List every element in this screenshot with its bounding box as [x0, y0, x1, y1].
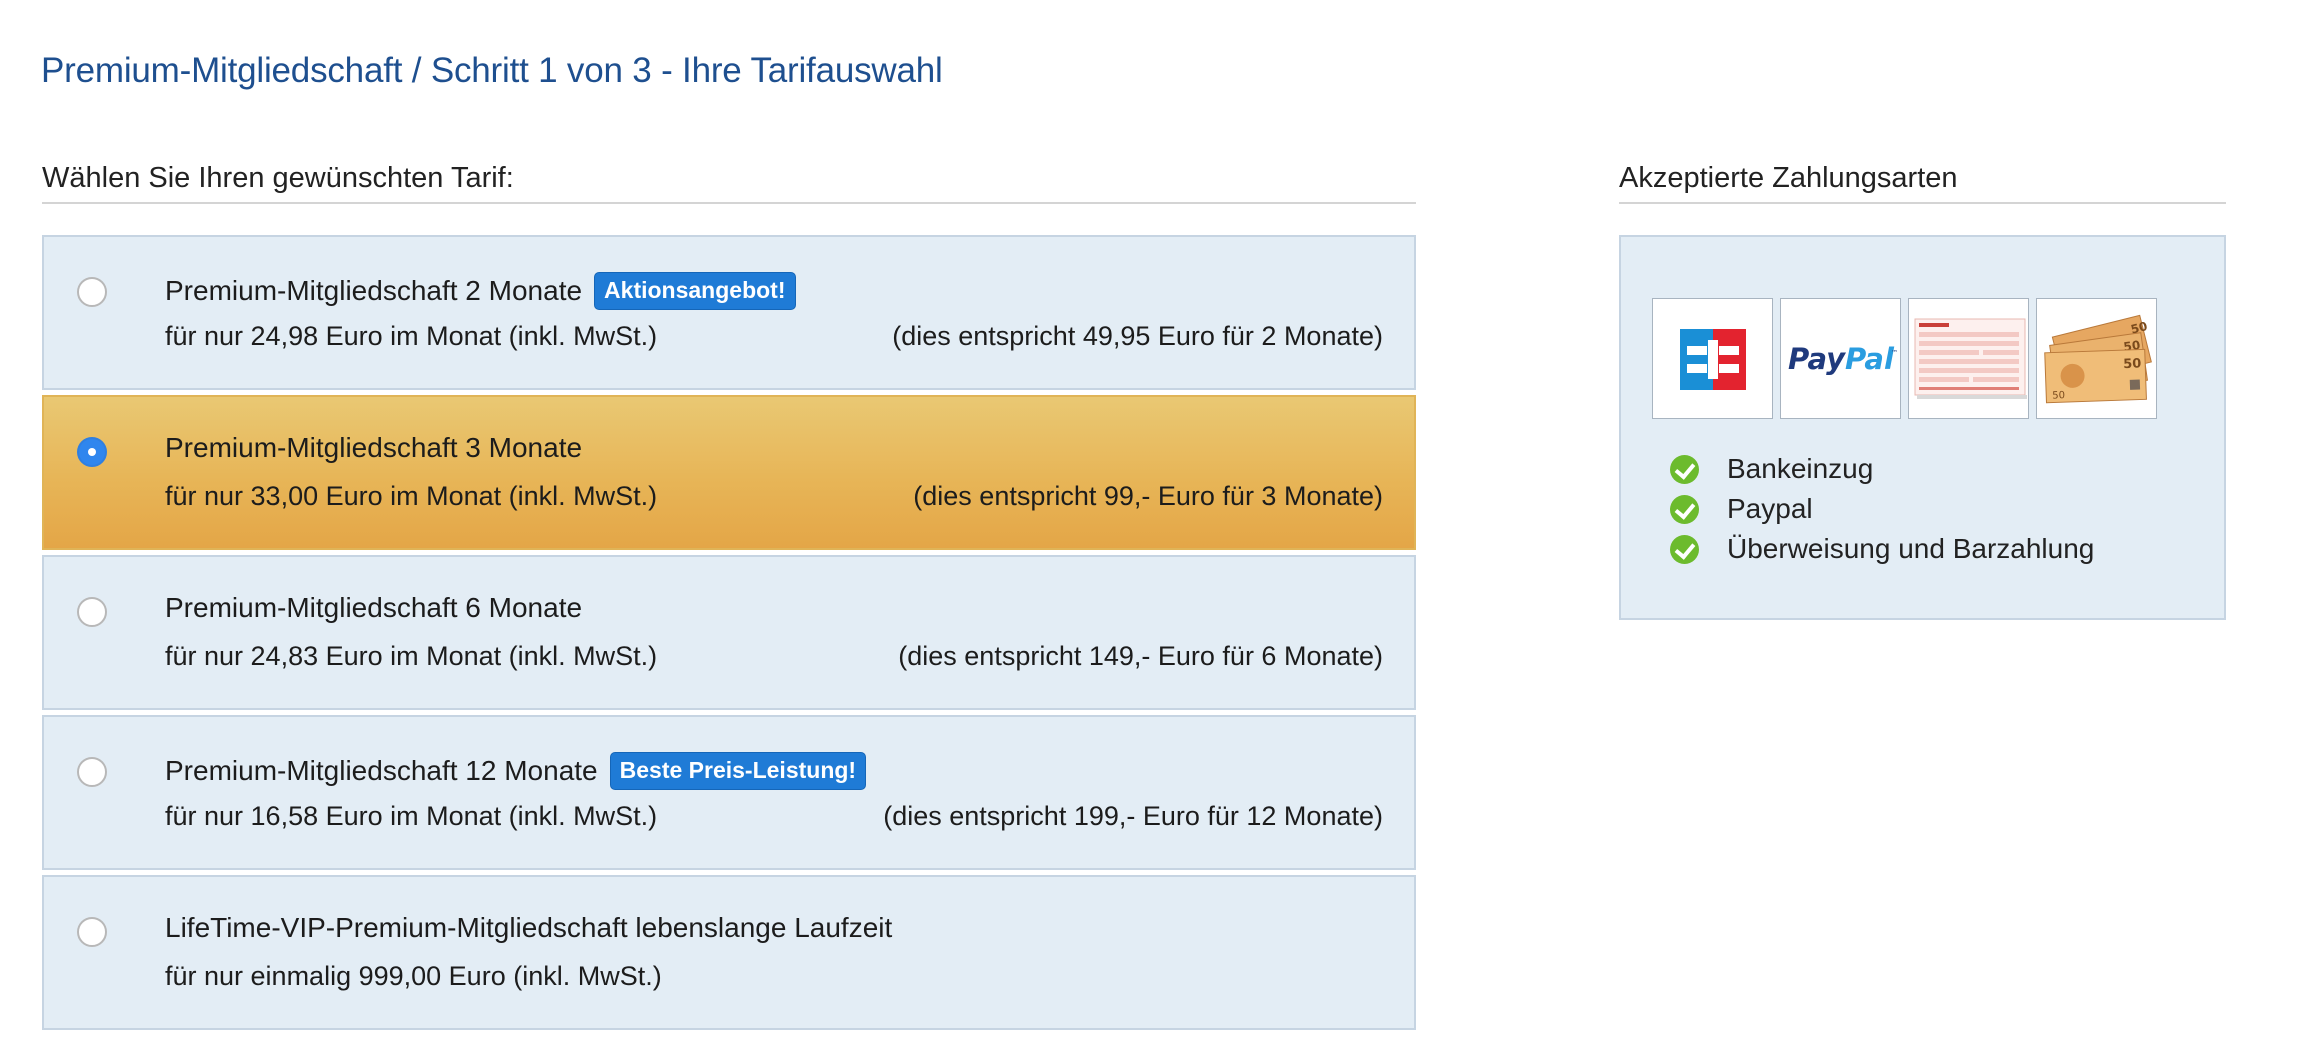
svg-text:50: 50 — [2123, 356, 2142, 372]
tariff-radio-3-monate[interactable] — [77, 437, 107, 467]
tariff-monthly-price: für nur 16,58 Euro im Monat (inkl. MwSt.… — [165, 801, 658, 831]
tariff-option-2-monate[interactable]: Premium-Mitgliedschaft 2 Monate Aktionsa… — [42, 235, 1416, 390]
tariff-option-3-monate[interactable]: Premium-Mitgliedschaft 3 Monate für nur … — [42, 395, 1416, 550]
tariff-list: Premium-Mitgliedschaft 2 Monate Aktionsa… — [42, 235, 1416, 1035]
payment-method-label: Überweisung und Barzahlung — [1727, 533, 2095, 564]
tariff-total-price: (dies entspricht 49,95 Euro für 2 Monate… — [892, 321, 1383, 351]
tariff-title: Premium-Mitgliedschaft 3 Monate — [165, 432, 582, 464]
tariff-option-12-monate[interactable]: Premium-Mitgliedschaft 12 Monate Beste P… — [42, 715, 1416, 870]
payment-method-label: Paypal — [1727, 493, 1813, 524]
page-title: Premium-Mitgliedschaft / Schritt 1 von 3… — [41, 51, 943, 91]
payment-section-heading: Akzeptierte Zahlungsarten — [1619, 162, 1958, 194]
svg-text:™: ™ — [1891, 349, 1898, 357]
paypal-logo-icon: PayPal ™ — [1780, 298, 1901, 419]
check-icon — [1670, 494, 1699, 524]
tariff-title-text: Premium-Mitgliedschaft 12 Monate — [165, 755, 598, 786]
check-icon — [1670, 454, 1699, 484]
tariff-radio-2-monate[interactable] — [77, 277, 107, 307]
tariff-total-price: (dies entspricht 149,- Euro für 6 Monate… — [898, 641, 1383, 671]
tariff-title-text: Premium-Mitgliedschaft 6 Monate — [165, 592, 583, 623]
list-item: Überweisung und Barzahlung — [1670, 529, 2094, 569]
tariff-section-heading: Wählen Sie Ihren gewünschten Tarif: — [42, 162, 514, 194]
list-item: Paypal — [1670, 489, 2094, 529]
payment-logos: PayPal ™ 50 50 50 50 — [1652, 298, 2164, 419]
tariff-title-text: Premium-Mitgliedschaft 3 Monate — [165, 432, 583, 463]
tariff-title-text: LifeTime-VIP-Premium-Mitgliedschaft lebe… — [165, 912, 893, 943]
tariff-total-price: (dies entspricht 199,- Euro für 12 Monat… — [883, 801, 1383, 831]
tariff-title: Premium-Mitgliedschaft 12 Monate Beste P… — [165, 752, 867, 790]
tariff-title: Premium-Mitgliedschaft 2 Monate Aktionsa… — [165, 272, 796, 310]
tariff-title-text: Premium-Mitgliedschaft 2 Monate — [165, 275, 583, 306]
check-icon — [1670, 534, 1699, 564]
payment-methods-list: Bankeinzug Paypal Überweisung und Barzah… — [1670, 449, 2094, 569]
svg-text:PayPal: PayPal — [1788, 342, 1895, 376]
tariff-title: LifeTime-VIP-Premium-Mitgliedschaft lebe… — [165, 912, 892, 944]
tariff-radio-6-monate[interactable] — [77, 597, 107, 627]
tariff-monthly-price: für nur einmalig 999,00 Euro (inkl. MwSt… — [165, 961, 662, 991]
bank-transfer-form-icon — [1908, 298, 2029, 419]
tariff-monthly-price: für nur 24,98 Euro im Monat (inkl. MwSt.… — [165, 321, 658, 351]
tariff-radio-lifetime[interactable] — [77, 917, 107, 947]
ec-logo-icon — [1652, 298, 1773, 419]
tariff-title: Premium-Mitgliedschaft 6 Monate — [165, 592, 582, 624]
tariff-section-divider — [42, 202, 1416, 204]
tariff-option-lifetime[interactable]: LifeTime-VIP-Premium-Mitgliedschaft lebe… — [42, 875, 1416, 1030]
euro-banknotes-icon: 50 50 50 50 — [2036, 298, 2157, 419]
list-item: Bankeinzug — [1670, 449, 2094, 489]
payment-section-divider — [1619, 202, 2226, 204]
best-value-badge: Beste Preis-Leistung! — [609, 752, 867, 790]
svg-text:50: 50 — [2052, 390, 2065, 401]
payment-methods-box: PayPal ™ 50 50 50 50 Bankeinzug Paypal Ü… — [1619, 235, 2226, 620]
offer-badge: Aktionsangebot! — [594, 272, 796, 310]
tariff-monthly-price: für nur 33,00 Euro im Monat (inkl. MwSt.… — [165, 481, 658, 511]
tariff-total-price: (dies entspricht 99,- Euro für 3 Monate) — [913, 481, 1383, 511]
tariff-monthly-price: für nur 24,83 Euro im Monat (inkl. MwSt.… — [165, 641, 658, 671]
payment-method-label: Bankeinzug — [1727, 453, 1874, 484]
tariff-option-6-monate[interactable]: Premium-Mitgliedschaft 6 Monate für nur … — [42, 555, 1416, 710]
tariff-radio-12-monate[interactable] — [77, 757, 107, 787]
